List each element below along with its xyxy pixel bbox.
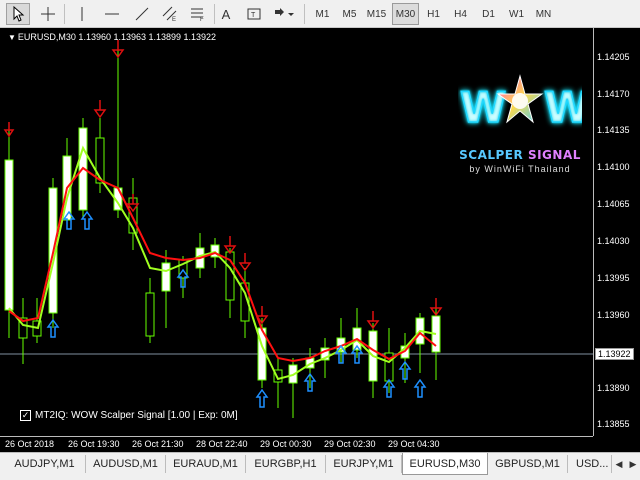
price-label: 1.13960 [597,310,630,320]
indicator-text: MT2IQ: WOW Scalper Signal [1.00 | Exp: 0… [35,410,238,421]
tab-scroll-right-icon[interactable]: ▶ [626,455,640,473]
trendline-button[interactable] [130,3,154,25]
price-label: 1.13855 [597,419,630,429]
price-label: 1.13995 [597,273,630,283]
buy-arrows [46,210,427,408]
tab-gbpusd[interactable]: GBPUSD,M1 [488,455,568,473]
time-label: 26 Oct 2018 [5,439,55,449]
tab-euraud[interactable]: EURAUD,M1 [166,455,246,473]
time-label: 28 Oct 22:40 [196,439,248,449]
logo-byline: by WinWiFi Thailand [469,164,571,174]
text-icon: A [221,6,231,22]
trendline-icon [135,7,149,21]
logo-wow-graphic: W W [459,74,591,133]
tab-audusd[interactable]: AUDUSD,M1 [86,455,166,473]
time-label: 26 Oct 19:30 [68,439,120,449]
fibonacci-icon: F [191,8,204,22]
logo-brand: SCALPER SIGNAL [459,148,581,162]
price-label: 1.14205 [597,52,630,62]
toolbar-separator [304,4,305,24]
collapse-triangle-icon: ▼ [8,33,16,42]
chart-title: ▼ EURUSD,M30 1.13960 1.13963 1.13899 1.13… [8,32,217,42]
wow-logo: W W SCALPER SIGNAL by WinWiFi Thailand [458,70,591,182]
arrows-dropdown-icon [275,8,294,16]
vertical-line-button[interactable] [70,3,94,25]
text-label-button[interactable]: T [242,3,266,25]
svg-text:T: T [251,12,256,19]
time-label: 26 Oct 21:30 [132,439,184,449]
tab-eurgbp[interactable]: EURGBP,H1 [246,455,326,473]
toolbar-separator [64,4,65,24]
tf-m30[interactable]: M30 [392,3,419,25]
horizontal-line-button[interactable] [100,3,124,25]
price-label: 1.14170 [597,89,630,99]
price-chart[interactable]: ▼ EURUSD,M30 1.13960 1.13963 1.13899 1.13… [0,28,640,452]
price-label: 1.14065 [597,199,630,209]
current-price-label: 1.13922 [595,348,634,360]
tf-m1[interactable]: M1 [309,3,336,25]
channel-button[interactable]: E [158,3,182,25]
tab-scroll-left-icon[interactable]: ◀ [612,455,626,473]
price-label: 1.14100 [597,162,630,172]
price-axis: 1.14205 1.14170 1.14135 1.14100 1.14065 … [593,28,640,436]
vertical-line-icon [81,7,83,21]
svg-text:W: W [460,83,508,132]
tf-mn[interactable]: MN [530,3,557,25]
text-button[interactable]: A [214,3,238,25]
tf-m15[interactable]: M15 [363,3,390,25]
cursor-icon [13,6,25,22]
candles [4,48,441,418]
indicator-checkbox[interactable]: ✓ [20,410,31,421]
text-label-icon: T [247,8,261,20]
crosshair-tool-button[interactable] [36,3,60,25]
cursor-tool-button[interactable] [6,3,30,25]
tf-d1[interactable]: D1 [475,3,502,25]
price-label: 1.13890 [597,383,630,393]
tab-audjpy[interactable]: AUDJPY,M1 [4,455,86,473]
tf-w1[interactable]: W1 [503,3,530,25]
time-label: 29 Oct 02:30 [324,439,376,449]
time-label: 29 Oct 00:30 [260,439,312,449]
equidistant-channel-icon: E [162,6,177,22]
indicator-label[interactable]: ✓ MT2IQ: WOW Scalper Signal [1.00 | Exp:… [20,410,238,421]
svg-text:F: F [200,17,204,22]
tf-m5[interactable]: M5 [336,3,363,25]
time-axis: 26 Oct 2018 26 Oct 19:30 26 Oct 21:30 28… [0,436,593,452]
chart-tabs: AUDJPY,M1 AUDUSD,M1 EURAUD,M1 EURGBP,H1 … [0,452,640,480]
crosshair-icon [41,7,55,21]
arrows-dropdown-button[interactable] [270,3,298,25]
logo-wordmark: W W [458,70,591,133]
tf-h1[interactable]: H1 [420,3,447,25]
horizontal-line-icon [105,13,119,15]
svg-text:E: E [172,17,176,22]
price-label: 1.14135 [597,125,630,135]
price-label: 1.14030 [597,236,630,246]
toolbar: E F A T M1 M5 M15 M30 H1 H4 D1 W1 MN [0,0,640,28]
tab-eurjpy[interactable]: EURJPY,M1 [326,455,402,473]
svg-text:W: W [544,83,582,132]
tab-eurusd[interactable]: EURUSD,M30 [402,453,488,475]
time-label: 29 Oct 04:30 [388,439,440,449]
fibonacci-button[interactable]: F [186,3,210,25]
chart-plot-area[interactable]: ▼ EURUSD,M30 1.13960 1.13963 1.13899 1.13… [0,28,593,436]
tab-scroll-arrows: ◀ ▶ [612,455,640,473]
tf-h4[interactable]: H4 [447,3,474,25]
tab-usd[interactable]: USD... [568,455,612,473]
